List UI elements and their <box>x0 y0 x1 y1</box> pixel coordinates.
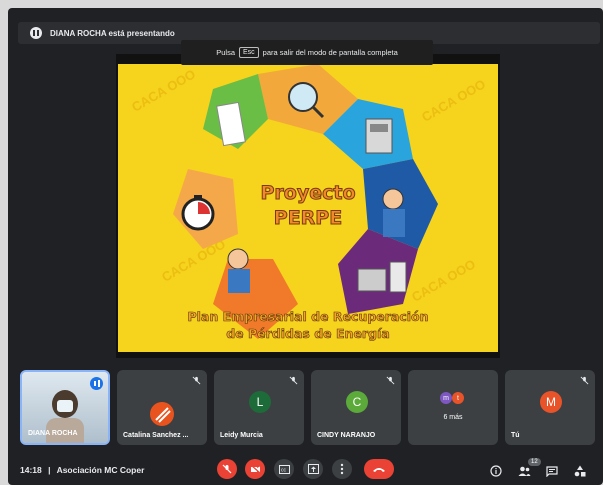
presentation-slide: CACA OOO CACA OOO CACA OOO CACA OOO Proy… <box>118 64 498 352</box>
slide-subtitle-line2: de Pérdidas de Energía <box>226 326 390 342</box>
mic-off-icon <box>222 464 232 474</box>
mic-off-icon <box>580 376 589 385</box>
more-options-button[interactable] <box>332 459 352 479</box>
leave-call-button[interactable] <box>364 459 394 479</box>
fullscreen-toast: Pulsa Esc para salir del modo de pantall… <box>181 40 433 65</box>
slide-subtitle-line1: Plan Empresarial de Recuperación <box>187 309 429 325</box>
mic-toggle-button[interactable] <box>217 459 237 479</box>
more-participants-tile[interactable]: m t 6 más <box>408 370 498 445</box>
chat-icon <box>546 465 558 477</box>
participant-name: Catalina Sanchez ... <box>123 432 189 439</box>
toast-suffix: para salir del modo de pantalla completa <box>262 48 398 57</box>
present-now-button[interactable] <box>303 459 323 479</box>
control-bar: 14:18 | Asociación MC Coper cc 12 <box>8 455 603 485</box>
esc-key: Esc <box>239 47 259 58</box>
avatar: C <box>346 391 368 413</box>
clock: 14:18 <box>20 465 42 475</box>
camera-toggle-button[interactable] <box>245 459 265 479</box>
face-mask <box>57 400 73 412</box>
hang-up-icon <box>373 467 385 472</box>
activities-button[interactable] <box>573 464 587 478</box>
people-count-badge: 12 <box>528 458 541 466</box>
speaking-icon <box>90 377 103 390</box>
slide-title-line2: PERPE <box>273 207 343 230</box>
avatar: L <box>249 391 271 413</box>
avatar: M <box>540 391 562 413</box>
captions-icon: cc <box>278 464 290 474</box>
participant-tile[interactable]: L Leidy Murcia <box>214 370 304 445</box>
mini-avatar: t <box>452 392 464 404</box>
mic-off-icon <box>289 376 298 385</box>
slide-title-line1: Proyecto <box>260 182 356 205</box>
meet-window: DIANA ROCHA está presentando Pulsa Esc p… <box>8 8 603 485</box>
avatar-logo <box>150 402 174 426</box>
presenting-icon <box>30 27 42 39</box>
participant-strip: DIANA ROCHA Catalina Sanchez ... L Leidy… <box>20 370 595 448</box>
participant-tile[interactable]: C CINDY NARANJO <box>311 370 401 445</box>
chat-button[interactable] <box>545 464 559 478</box>
participant-tile[interactable]: Catalina Sanchez ... <box>117 370 207 445</box>
toast-prefix: Pulsa <box>216 48 235 57</box>
more-count: 6 más <box>443 414 463 421</box>
meeting-details-button[interactable] <box>489 464 503 478</box>
activities-icon <box>574 465 586 477</box>
present-icon <box>307 464 319 474</box>
people-button[interactable] <box>517 464 531 478</box>
participant-name: Tú <box>511 432 520 439</box>
participant-name: Leidy Murcia <box>220 432 263 439</box>
more-vert-icon <box>340 463 344 475</box>
mini-avatar: m <box>440 392 452 404</box>
self-tile[interactable]: M Tú <box>505 370 595 445</box>
mic-off-icon <box>386 376 395 385</box>
separator: | <box>48 465 51 475</box>
shared-screen: CACA OOO CACA OOO CACA OOO CACA OOO Proy… <box>116 54 500 358</box>
participant-tile[interactable]: DIANA ROCHA <box>20 370 110 445</box>
captions-button[interactable]: cc <box>274 459 294 479</box>
meeting-name: Asociación MC Coper <box>56 465 145 475</box>
info-icon <box>490 465 502 477</box>
presenting-text: DIANA ROCHA está presentando <box>50 28 175 38</box>
svg-text:cc: cc <box>281 467 287 473</box>
logo-icon <box>155 407 171 423</box>
mic-off-icon <box>192 376 201 385</box>
camera-off-icon <box>250 464 260 474</box>
meeting-info: 14:18 | Asociación MC Coper <box>20 465 144 475</box>
people-icon <box>518 466 530 476</box>
participant-name: DIANA ROCHA <box>28 430 78 437</box>
participant-name: CINDY NARANJO <box>317 432 376 439</box>
